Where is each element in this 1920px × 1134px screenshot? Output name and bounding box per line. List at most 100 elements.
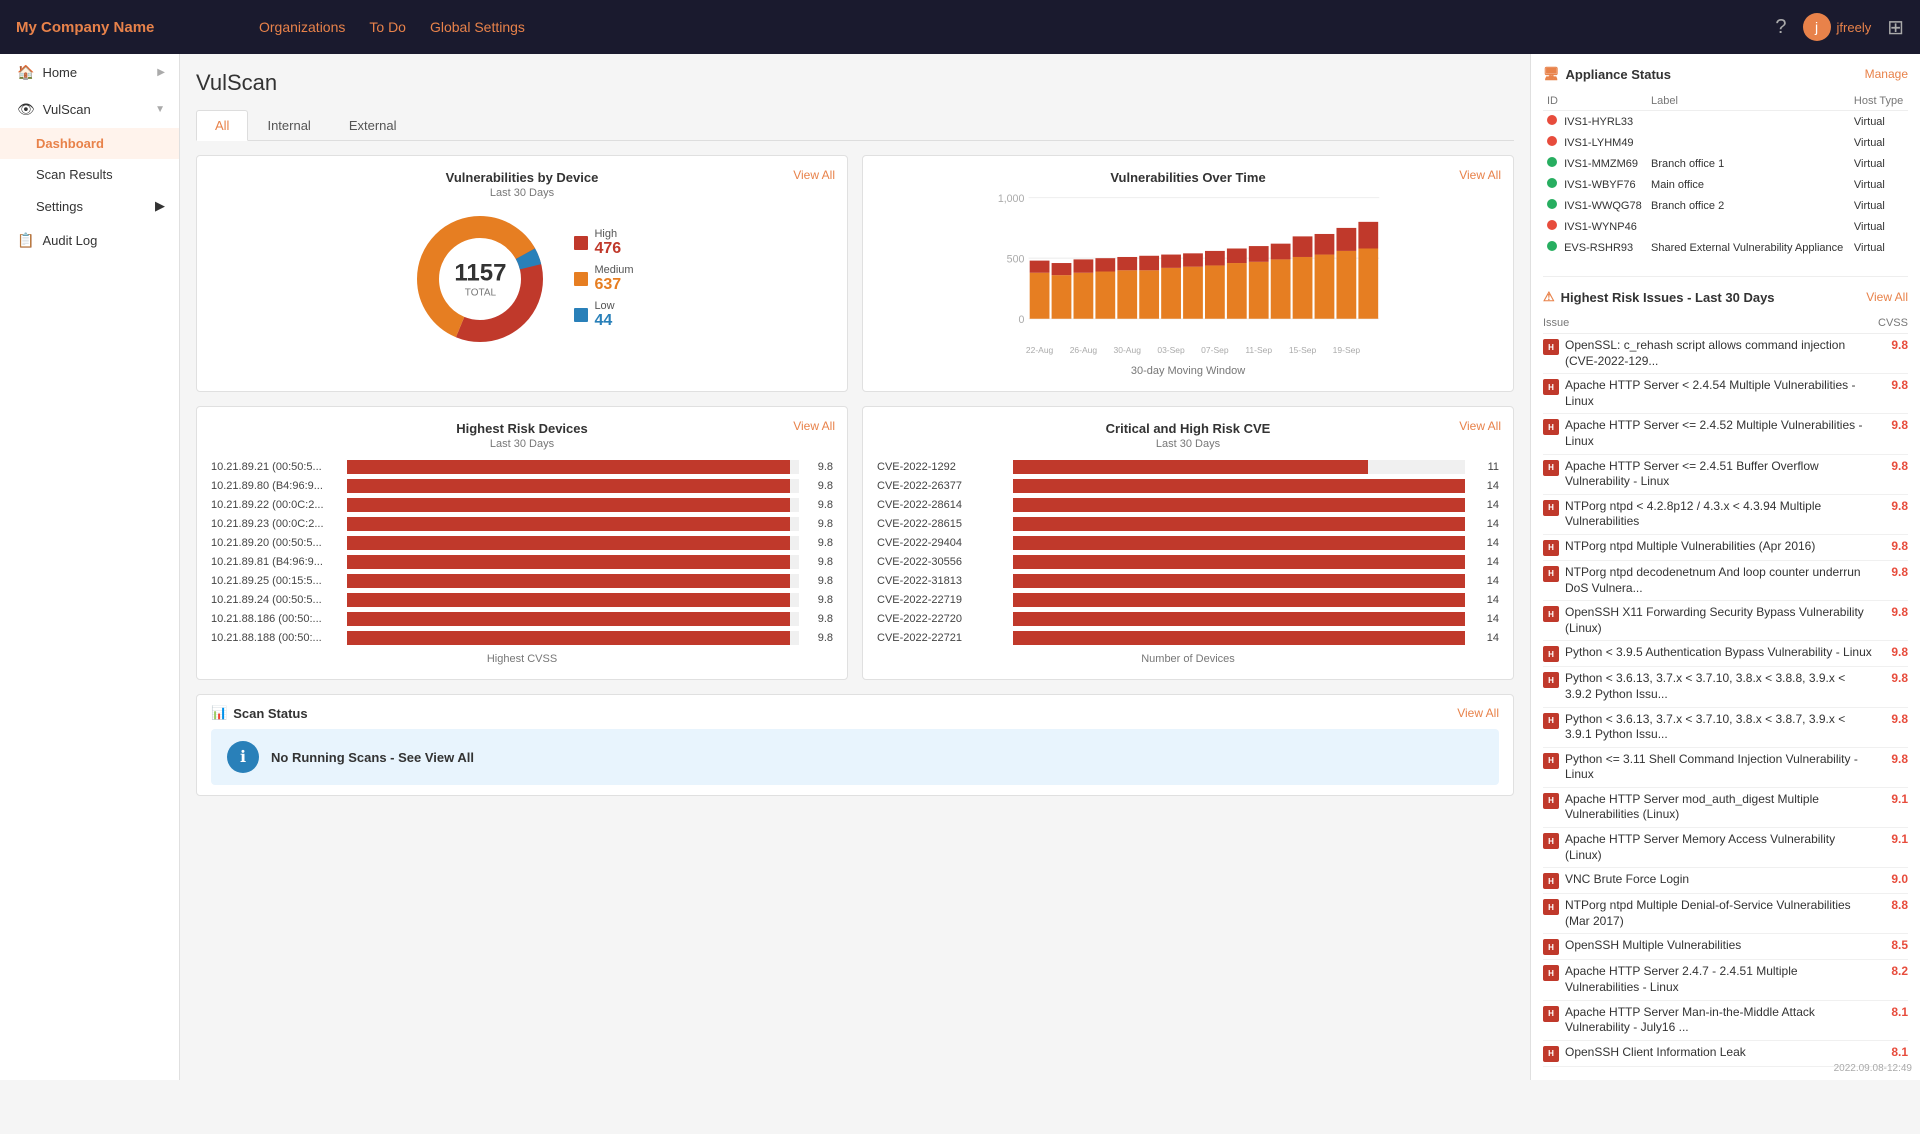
sidebar-item-home[interactable]: 🏠 Home ▶ <box>0 54 179 91</box>
settings-chevron: ▶ <box>155 198 165 214</box>
sidebar-home-label: Home <box>42 65 77 80</box>
user-menu[interactable]: j jfreely <box>1803 13 1872 41</box>
donut-legend: High 476 Medium 637 Lo <box>574 228 633 330</box>
status-dot <box>1547 241 1557 251</box>
tab-bar: All Internal External <box>196 110 1514 141</box>
appliance-icon: 🖥 <box>1543 66 1560 82</box>
risk-devices-subtitle: Last 30 Days <box>211 438 833 450</box>
appliance-table: ID Label Host Type IVS1-HYRL33 Virtual I… <box>1543 92 1908 258</box>
risk-issue-row: H NTPorg ntpd Multiple Denial-of-Service… <box>1543 894 1908 934</box>
risk-issue-text: VNC Brute Force Login <box>1565 872 1874 888</box>
cve-bar-row: CVE-2022-30556 14 <box>877 555 1499 569</box>
svg-text:500: 500 <box>1007 253 1025 265</box>
col-hosttype: Host Type <box>1850 92 1908 111</box>
device-label: 10.21.89.25 (00:15:5... <box>211 575 341 587</box>
risk-issue-row: H Apache HTTP Server <= 2.4.51 Buffer Ov… <box>1543 455 1908 495</box>
brand-name[interactable]: My Company Name <box>16 19 259 36</box>
sidebar-item-dashboard[interactable]: Dashboard <box>0 128 179 159</box>
cve-bar-container <box>1013 517 1465 531</box>
status-dot <box>1547 136 1557 146</box>
risk-issue-text: Apache HTTP Server <= 2.4.51 Buffer Over… <box>1565 459 1874 490</box>
device-bar-value: 9.8 <box>805 499 833 511</box>
risk-cvss-value: 9.0 <box>1880 872 1908 886</box>
risk-col-issue: Issue <box>1543 317 1569 329</box>
risk-cvss-value: 8.8 <box>1880 898 1908 912</box>
appliance-row: IVS1-WWQG78 Branch office 2 Virtual <box>1543 195 1908 216</box>
risk-issue-row: H OpenSSH Multiple Vulnerabilities 8.5 <box>1543 934 1908 960</box>
vuln-device-view-all[interactable]: View All <box>793 168 835 182</box>
risk-issue-text: Python <= 3.11 Shell Command Injection V… <box>1565 752 1874 783</box>
risk-issue-text: OpenSSH X11 Forwarding Security Bypass V… <box>1565 605 1874 636</box>
scan-status-content: ℹ No Running Scans - See View All <box>211 729 1499 785</box>
device-bar-fill <box>347 574 790 588</box>
legend-low-dot <box>574 308 588 322</box>
status-dot <box>1547 199 1557 209</box>
cve-title: Critical and High Risk CVE <box>877 421 1499 436</box>
scan-results-label: Scan Results <box>36 167 113 182</box>
risk-severity-icon: H <box>1543 939 1559 955</box>
risk-cvss-value: 9.8 <box>1880 645 1908 659</box>
risk-devices-chart-label: Highest CVSS <box>211 653 833 665</box>
cve-label: CVE-2022-30556 <box>877 556 1007 568</box>
cve-view-all[interactable]: View All <box>1459 419 1501 433</box>
cve-bar-container <box>1013 498 1465 512</box>
svg-text:1,000: 1,000 <box>998 193 1025 205</box>
cve-bar-fill <box>1013 517 1465 531</box>
top-nav: My Company Name Organizations To Do Glob… <box>0 0 1920 54</box>
appliance-id: EVS-RSHR93 <box>1564 242 1633 254</box>
appliance-manage-btn[interactable]: Manage <box>1865 67 1908 81</box>
cve-bar-row: CVE-2022-22720 14 <box>877 612 1499 626</box>
cve-bar-row: CVE-2022-1292 11 <box>877 460 1499 474</box>
risk-issue-row: H OpenSSL: c_rehash script allows comman… <box>1543 334 1908 374</box>
svg-text:22-Aug: 22-Aug <box>1026 345 1054 355</box>
risk-severity-icon: H <box>1543 339 1559 355</box>
cve-bar-value: 14 <box>1471 556 1499 568</box>
risk-issue-text: Apache HTTP Server Memory Access Vulnera… <box>1565 832 1874 863</box>
vuln-time-view-all[interactable]: View All <box>1459 168 1501 182</box>
device-bar-fill <box>347 498 790 512</box>
legend-medium: Medium 637 <box>574 264 633 294</box>
sidebar-item-audit-log[interactable]: 📋 Audit Log <box>0 222 179 259</box>
cve-bar-value: 14 <box>1471 537 1499 549</box>
nav-global-settings[interactable]: Global Settings <box>430 19 525 35</box>
device-label: 10.21.89.21 (00:50:5... <box>211 461 341 473</box>
risk-severity-icon: H <box>1543 965 1559 981</box>
scan-message: No Running Scans - See View All <box>271 750 474 765</box>
risk-issue-row: H Apache HTTP Server Man-in-the-Middle A… <box>1543 1001 1908 1041</box>
tab-external[interactable]: External <box>330 110 416 141</box>
appliance-label: Branch office 2 <box>1647 195 1850 216</box>
risk-devices-view-all[interactable]: View All <box>793 419 835 433</box>
risk-issue-row: H Python <= 3.11 Shell Command Injection… <box>1543 748 1908 788</box>
time-window-label: 30-day Moving Window <box>877 365 1499 377</box>
risk-issue-text: Apache HTTP Server Man-in-the-Middle Att… <box>1565 1005 1874 1036</box>
cve-bar-fill <box>1013 593 1465 607</box>
sidebar: 🏠 Home ▶ 👁 VulScan ▼ Dashboard Scan Resu… <box>0 54 180 1080</box>
nav-organizations[interactable]: Organizations <box>259 19 345 35</box>
appliance-id: IVS1-MMZM69 <box>1564 158 1638 170</box>
cve-label: CVE-2022-28615 <box>877 518 1007 530</box>
cve-bar-row: CVE-2022-28615 14 <box>877 517 1499 531</box>
device-bar-row: 10.21.89.22 (00:0C:2... 9.8 <box>211 498 833 512</box>
risk-issues-view-all[interactable]: View All <box>1866 290 1908 304</box>
cve-bar-container <box>1013 460 1465 474</box>
tab-all[interactable]: All <box>196 110 248 141</box>
nav-todo[interactable]: To Do <box>369 19 406 35</box>
cve-bar-row: CVE-2022-31813 14 <box>877 574 1499 588</box>
svg-text:19-Sep: 19-Sep <box>1333 345 1361 355</box>
appliance-host-type: Virtual <box>1850 237 1908 258</box>
scan-view-all[interactable]: View All <box>1457 706 1499 720</box>
sidebar-item-settings[interactable]: Settings ▶ <box>0 190 179 222</box>
help-icon[interactable]: ? <box>1775 16 1786 39</box>
risk-issue-text: NTPorg ntpd Multiple Vulnerabilities (Ap… <box>1565 539 1874 555</box>
device-bar-row: 10.21.89.80 (B4:96:9... 9.8 <box>211 479 833 493</box>
sidebar-item-vulscan[interactable]: 👁 VulScan ▼ <box>0 91 179 128</box>
sidebar-item-scan-results[interactable]: Scan Results <box>0 159 179 190</box>
device-bar-row: 10.21.89.24 (00:50:5... 9.8 <box>211 593 833 607</box>
grid-icon[interactable]: ⊞ <box>1887 15 1904 40</box>
risk-cvss-value: 8.2 <box>1880 964 1908 978</box>
risk-severity-icon: H <box>1543 1006 1559 1022</box>
scan-status-title-row: 📊 Scan Status <box>211 705 308 721</box>
risk-issue-text: Apache HTTP Server 2.4.7 - 2.4.51 Multip… <box>1565 964 1874 995</box>
device-bar-container <box>347 498 799 512</box>
tab-internal[interactable]: Internal <box>248 110 329 141</box>
